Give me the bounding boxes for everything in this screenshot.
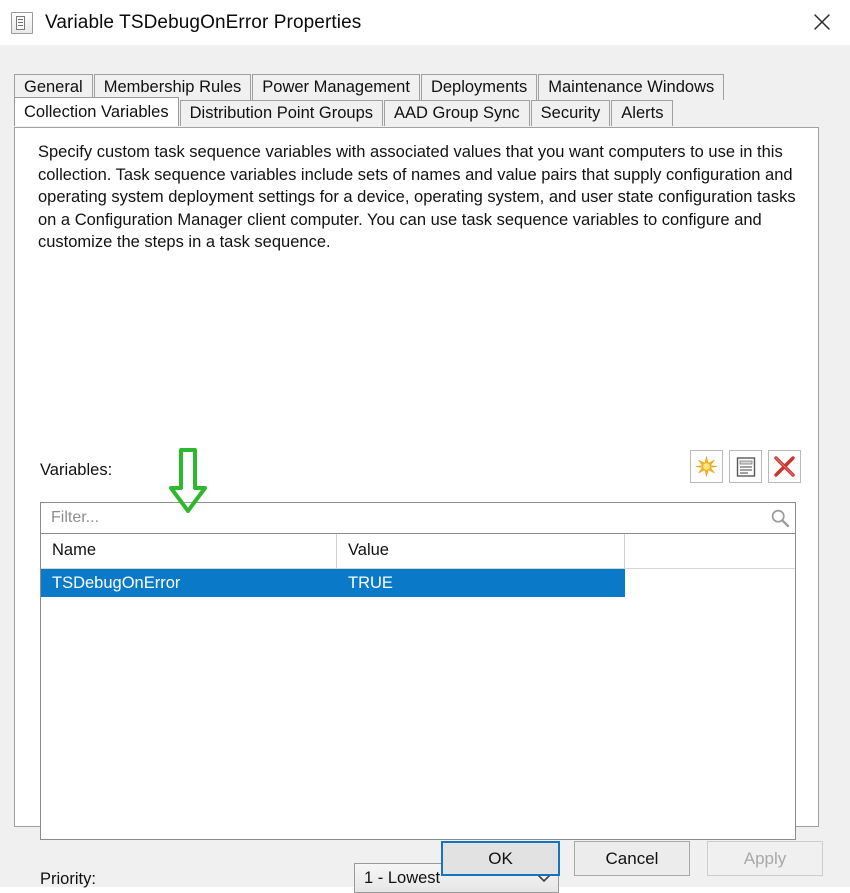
tab-distribution-point-groups[interactable]: Distribution Point Groups [179, 100, 384, 126]
cell-variable-name: TSDebugOnError [52, 574, 181, 592]
variables-list[interactable]: Name Value TSDebugOnError TRUE [40, 534, 796, 840]
properties-document-icon [735, 456, 757, 478]
tab-alerts[interactable]: Alerts [611, 100, 674, 126]
delete-red-x-icon [773, 455, 796, 478]
collection-variables-panel: Specify custom task sequence variables w… [14, 127, 819, 893]
table-row[interactable]: TSDebugOnError TRUE [41, 569, 625, 597]
column-header-name[interactable]: Name [41, 534, 337, 568]
filter-box[interactable] [40, 502, 796, 534]
filter-input[interactable] [49, 503, 765, 533]
search-magnifier-icon[interactable] [765, 503, 795, 533]
apply-button: Apply [707, 841, 823, 876]
close-icon[interactable] [794, 0, 850, 44]
column-header-filler [625, 534, 795, 568]
column-header-value[interactable]: Value [337, 534, 625, 568]
dialog-body: General Membership Rules Power Managemen… [0, 45, 850, 893]
variable-properties-dialog: Variable TSDebugOnError Properties Gener… [0, 0, 850, 893]
tab-security[interactable]: Security [530, 100, 611, 126]
dialog-button-row: OK Cancel Apply [0, 841, 850, 887]
list-header-row: Name Value [41, 534, 795, 569]
ok-button[interactable]: OK [441, 841, 560, 876]
tab-maintenance-windows[interactable]: Maintenance Windows [538, 74, 725, 100]
new-variable-button[interactable] [690, 450, 723, 483]
tab-aad-group-sync[interactable]: AAD Group Sync [384, 100, 530, 126]
tab-strip: General Membership Rules Power Managemen… [14, 73, 794, 126]
title-bar: Variable TSDebugOnError Properties [0, 0, 850, 45]
variable-properties-button[interactable] [729, 450, 762, 483]
panel-description: Specify custom task sequence variables w… [38, 143, 796, 251]
tab-power-management[interactable]: Power Management [252, 74, 420, 100]
tab-row-1: General Membership Rules Power Managemen… [14, 73, 794, 100]
delete-variable-button[interactable] [768, 450, 801, 483]
variables-toolbar [690, 450, 801, 483]
tab-row-2: Collection Variables Distribution Point … [14, 97, 794, 126]
tab-collection-variables[interactable]: Collection Variables [14, 97, 179, 126]
new-star-icon [695, 455, 718, 478]
cancel-button[interactable]: Cancel [574, 841, 690, 876]
tab-deployments[interactable]: Deployments [420, 74, 538, 100]
variable-properties-icon [11, 11, 33, 34]
window-title: Variable TSDebugOnError Properties [45, 11, 362, 33]
variables-label: Variables: [40, 461, 113, 479]
cell-variable-value: TRUE [348, 574, 393, 592]
